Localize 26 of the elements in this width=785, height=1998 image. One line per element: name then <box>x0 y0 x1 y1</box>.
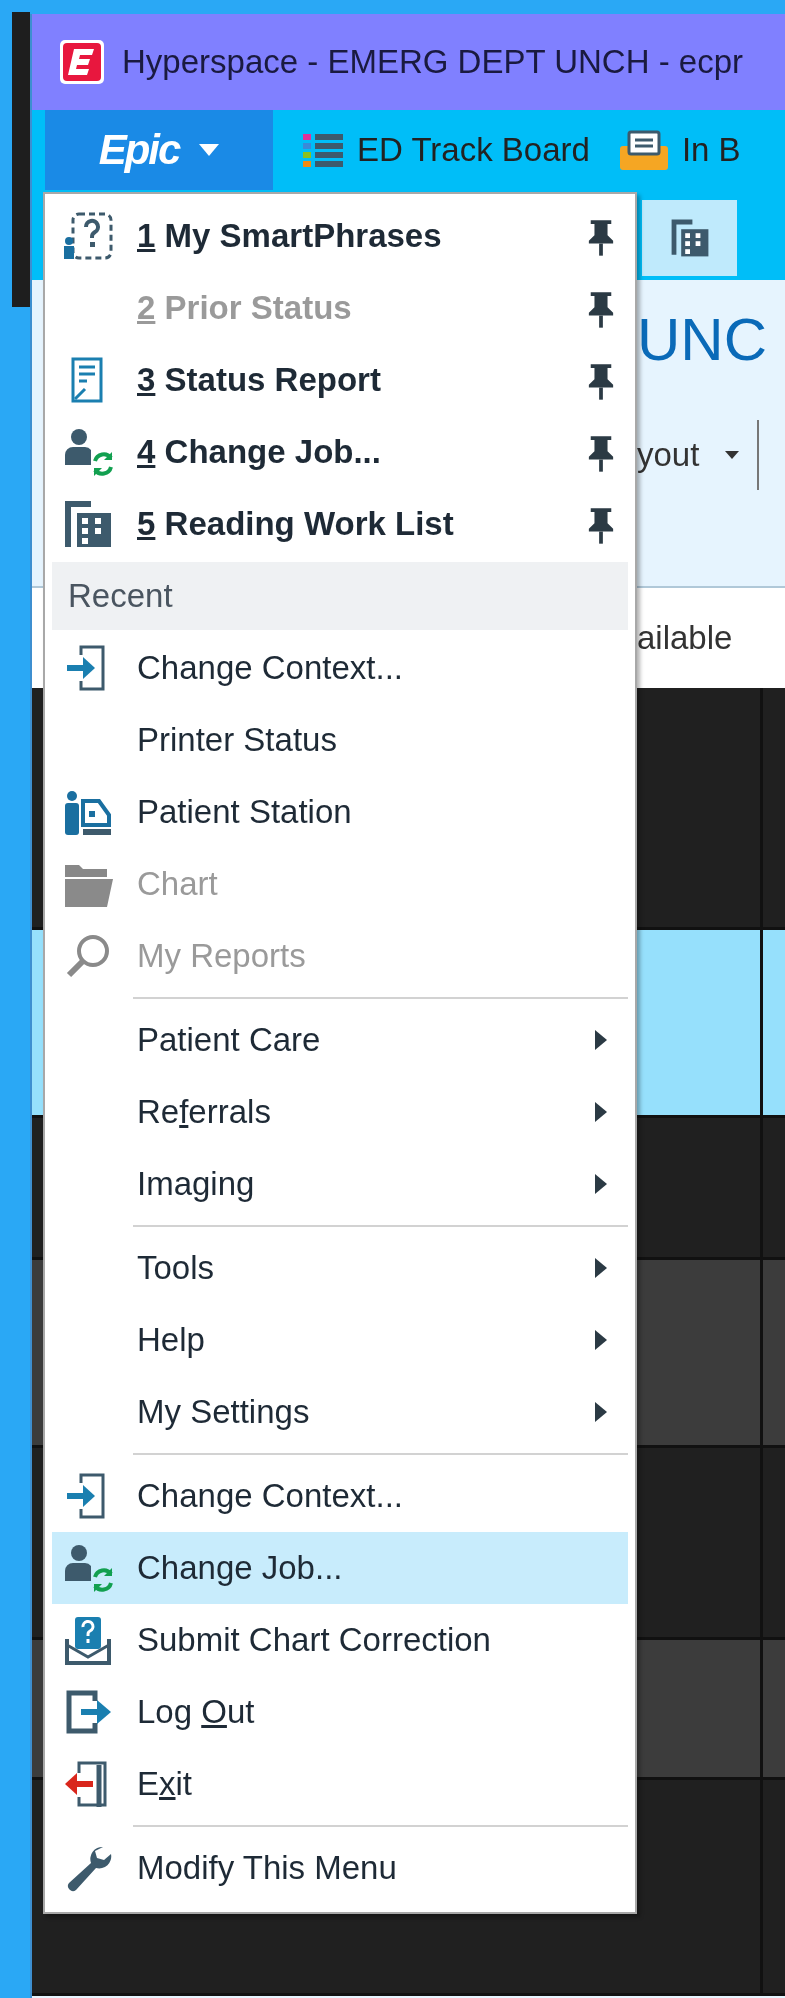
menu-item-label: Change Job... <box>137 1549 343 1587</box>
menu-item-label: My Reports <box>137 937 306 975</box>
menu-item-label: Patient Station <box>137 793 352 831</box>
menu-item-label: Imaging <box>137 1165 255 1203</box>
menu-item-label: Submit Chart Correction <box>137 1621 491 1659</box>
menu-item-label: Chart <box>137 865 218 903</box>
page-heading: UNC <box>637 310 768 370</box>
window-title: Hyperspace - EMERG DEPT UNCH - ecpr <box>122 43 744 81</box>
menu-item-label: Change Context... <box>137 1477 403 1515</box>
menu-item-label: Printer Status <box>137 721 337 759</box>
column-header: ailable <box>637 619 733 657</box>
menu-item-label: 2 Prior Status <box>137 289 352 327</box>
menu-item-label: 4 Change Job... <box>137 433 381 471</box>
menu-item-label: Change Context... <box>137 649 403 687</box>
menu-item-label: Exit <box>137 1765 192 1803</box>
menu-item-label: My Settings <box>137 1393 310 1431</box>
menu-item-label: Modify This Menu <box>137 1849 397 1887</box>
menu-item-label: Patient Care <box>137 1021 321 1059</box>
menu-section-header: Recent <box>52 562 628 630</box>
menu-item-label: 3 Status Report <box>137 361 381 399</box>
menu-item-label: Help <box>137 1321 205 1359</box>
menu-item-label: Log Out <box>137 1693 255 1731</box>
menu-item-label: 5 Reading Work List <box>137 505 454 543</box>
menu-item-label: 1 My SmartPhrases <box>137 217 442 255</box>
menu-item-label: Tools <box>137 1249 215 1287</box>
menu-item-label: Referrals <box>137 1093 271 1131</box>
